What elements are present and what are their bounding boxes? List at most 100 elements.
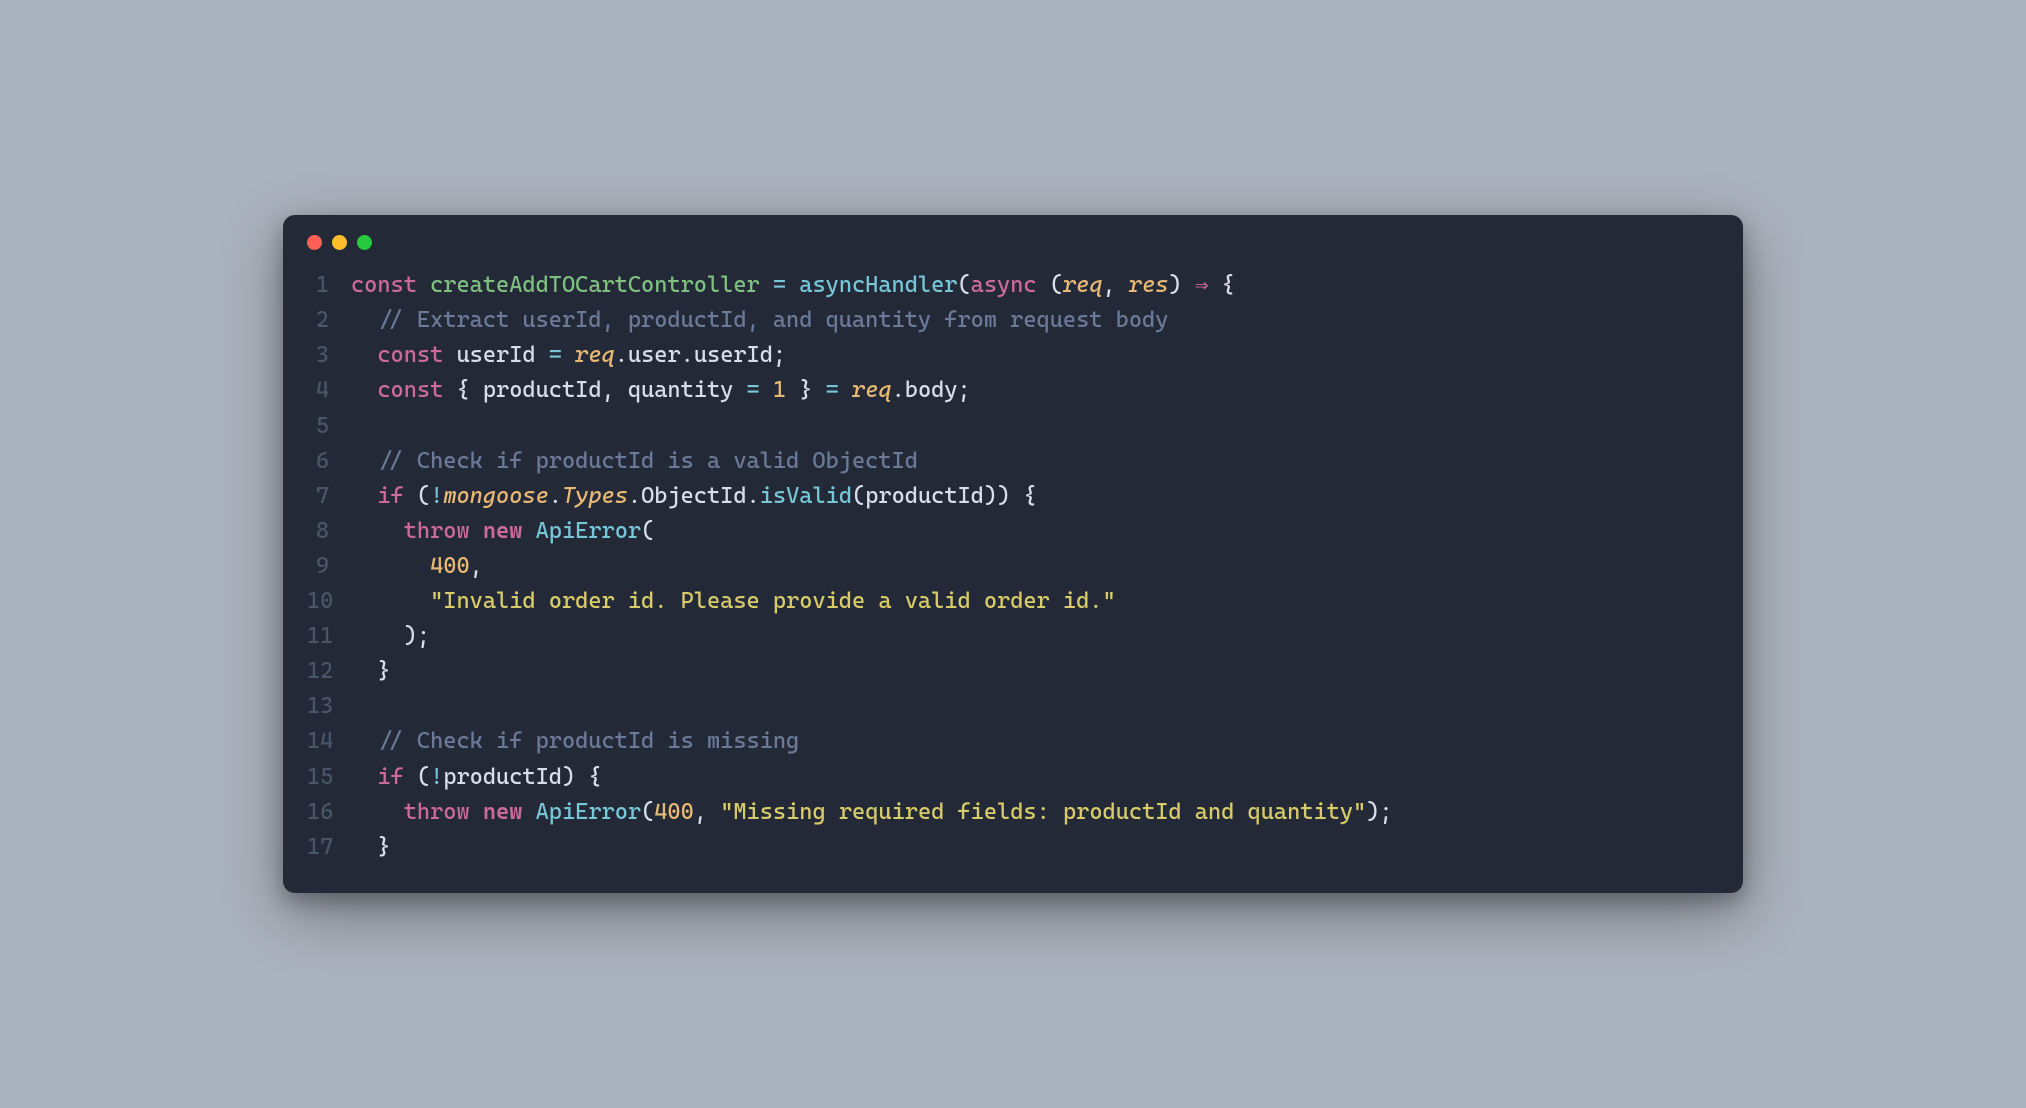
code-line: 17 } (307, 830, 1719, 865)
line-number: 2 (307, 303, 351, 338)
token: const (377, 342, 456, 368)
token: , (1103, 272, 1129, 298)
line-number: 14 (307, 724, 351, 759)
token (351, 483, 377, 509)
code-content: } (351, 830, 391, 865)
code-content: const { productId, quantity = 1 } = req.… (351, 373, 971, 408)
code-content: const createAddTOCartController = asyncH… (351, 268, 1235, 303)
close-icon[interactable] (307, 235, 322, 250)
line-number: 8 (307, 514, 351, 549)
code-content: if (!productId) { (351, 760, 602, 795)
line-number: 16 (307, 795, 351, 830)
code-line: 2 // Extract userId, productId, and quan… (307, 303, 1719, 338)
code-line: 9 400, (307, 549, 1719, 584)
token: throw (404, 518, 470, 544)
token: ) (1168, 272, 1194, 298)
token: ( (1037, 272, 1063, 298)
token: 1 (773, 377, 786, 403)
window-titlebar (283, 215, 1743, 260)
token: ( (404, 483, 430, 509)
line-number: 17 (307, 830, 351, 865)
token: , (694, 799, 720, 825)
code-window: 1 const createAddTOCartController = async… (283, 215, 1743, 893)
token: mongoose (443, 483, 548, 509)
line-number: 4 (307, 373, 351, 408)
token: = (549, 342, 562, 368)
maximize-icon[interactable] (357, 235, 372, 250)
token: ); (1366, 799, 1392, 825)
token: ( (641, 799, 654, 825)
token: (productId)) { (852, 483, 1037, 509)
code-line: 3 const userId = req.user.userId; (307, 338, 1719, 373)
line-number: 5 (307, 409, 351, 444)
code-line: 15 if (!productId) { (307, 760, 1719, 795)
token: // Check if productId is missing (351, 728, 799, 754)
token: Types (562, 483, 628, 509)
code-line: 7 if (!mongoose.Types.ObjectId.isValid(p… (307, 479, 1719, 514)
token: ! (430, 764, 443, 790)
code-line: 14 // Check if productId is missing (307, 724, 1719, 759)
token (760, 272, 773, 298)
token (470, 799, 483, 825)
token: if (377, 483, 403, 509)
line-number: 9 (307, 549, 351, 584)
token (351, 518, 404, 544)
token: userId (456, 342, 548, 368)
token: ( (404, 764, 430, 790)
token: req (852, 377, 892, 403)
code-content: if (!mongoose.Types.ObjectId.isValid(pro… (351, 479, 1037, 514)
code-line: 1const createAddTOCartController = async… (307, 268, 1719, 303)
token: ApiError (536, 799, 641, 825)
token: const (377, 377, 456, 403)
token (760, 377, 773, 403)
code-content: // Extract userId, productId, and quanti… (351, 303, 1168, 338)
token: . (549, 483, 562, 509)
token: asyncHandler (799, 272, 957, 298)
token: isValid (760, 483, 852, 509)
token: req (575, 342, 615, 368)
minimize-icon[interactable] (332, 235, 347, 250)
token: throw (404, 799, 470, 825)
code-line: 6 // Check if productId is a valid Objec… (307, 444, 1719, 479)
token: } (351, 834, 391, 860)
code-line: 11 ); (307, 619, 1719, 654)
token: ); (351, 623, 430, 649)
code-line: 5 (307, 409, 1719, 444)
token (522, 799, 535, 825)
token: .ObjectId. (628, 483, 760, 509)
token: if (377, 764, 403, 790)
token: 400 (430, 553, 470, 579)
token (470, 518, 483, 544)
token (351, 342, 377, 368)
token (562, 342, 575, 368)
token: = (773, 272, 786, 298)
token (786, 272, 799, 298)
token: ( (957, 272, 970, 298)
token (351, 588, 430, 614)
token: , (470, 553, 483, 579)
token: .user.userId; (615, 342, 786, 368)
token (351, 799, 404, 825)
code-content: const userId = req.user.userId; (351, 338, 786, 373)
token: = (826, 377, 839, 403)
token: ⇒ (1195, 272, 1209, 298)
code-content: // Check if productId is a valid ObjectI… (351, 444, 918, 479)
token (351, 553, 430, 579)
token (522, 518, 535, 544)
token: { productId, quantity (456, 377, 746, 403)
token: createAddTOCartController (430, 272, 760, 298)
code-content: throw new ApiError( (351, 514, 654, 549)
code-line: 10 "Invalid order id. Please provide a v… (307, 584, 1719, 619)
line-number: 12 (307, 654, 351, 689)
token: { (1208, 272, 1234, 298)
token (351, 764, 377, 790)
line-number: 10 (307, 584, 351, 619)
token: new (483, 518, 523, 544)
token: "Invalid order id. Please provide a vali… (430, 588, 1116, 614)
code-editor[interactable]: 1 const createAddTOCartController = async… (283, 260, 1743, 893)
line-number: 6 (307, 444, 351, 479)
token: ( (641, 518, 654, 544)
token: productId) { (443, 764, 601, 790)
code-content: } (351, 654, 391, 689)
token: } (786, 377, 826, 403)
